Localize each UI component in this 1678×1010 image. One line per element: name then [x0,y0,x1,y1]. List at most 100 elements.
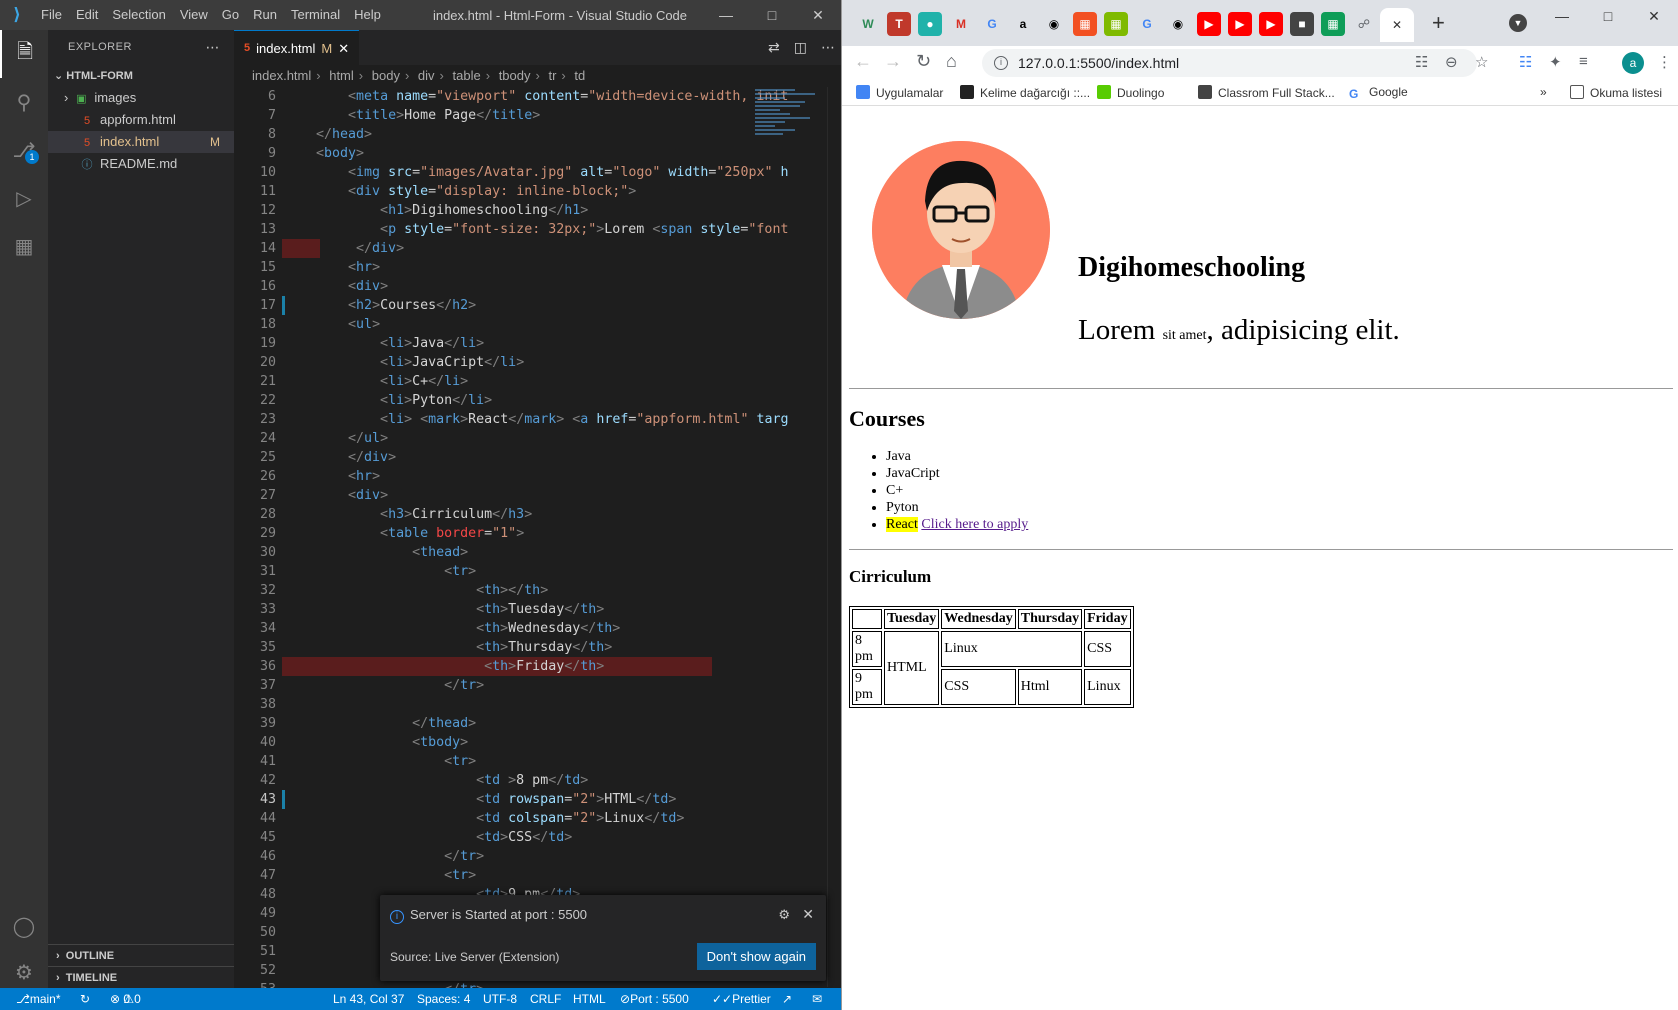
explorer-icon[interactable]: 🗎 [0,30,48,78]
code-line[interactable]: 46 </tr> [234,847,841,866]
chrome-menu-icon[interactable]: ⋮ [1657,53,1672,71]
bookmark-star-icon[interactable]: ☆ [1475,53,1488,71]
account-icon[interactable]: ◯ [0,902,48,950]
code-line[interactable]: 31 <tr> [234,562,841,581]
reading-queue-icon[interactable]: ≡ [1579,53,1588,70]
indentation[interactable]: Spaces: 4 [417,988,470,1010]
code-line[interactable]: 42 <td >8 pm</td> [234,771,841,790]
dont-show-again-button[interactable]: Don't show again [696,943,816,970]
tree-item-index[interactable]: 5 index.html M [48,131,234,153]
code-line[interactable]: 10 <img src="images/Avatar.jpg" alt="log… [234,163,841,182]
code-line[interactable]: 27 <div> [234,486,841,505]
code-line[interactable]: 22 <li>Pyton</li> [234,391,841,410]
more-bookmarks-icon[interactable]: » [1540,85,1547,99]
chrome-maximize-icon[interactable]: □ [1585,0,1631,32]
code-line[interactable]: 24 </ul> [234,429,841,448]
breadcrumb-item[interactable]: table [453,68,481,83]
home-icon[interactable]: ⌂ [946,51,957,72]
tab-gmail-icon[interactable]: M [949,12,973,36]
editor-scrollbar[interactable] [827,87,841,987]
code-line[interactable]: 9 <body> [234,144,841,163]
site-info-icon[interactable]: i [994,56,1008,70]
zoom-icon[interactable]: ⊖ [1445,53,1458,71]
chrome-close-icon[interactable]: ✕ [1631,0,1677,32]
bookmark-kelime[interactable]: Kelime dağarcığı ::... [960,85,1090,100]
apply-link[interactable]: Click here to apply [921,517,1028,532]
tab-close-icon[interactable]: ✕ [338,31,349,66]
minimize-icon[interactable]: — [703,0,749,30]
notification-close-icon[interactable]: ✕ [802,906,814,923]
code-line[interactable]: 36 <th>Friday</th> [234,657,841,676]
reload-icon[interactable]: ↻ [916,51,931,72]
prettier-status[interactable]: ✓✓ Prettier [712,988,771,1010]
tab-globe-icon[interactable]: ☍ [1352,12,1376,36]
tab-youtube-icon[interactable]: ▶ [1197,12,1221,36]
outline-section[interactable]: › OUTLINE [48,944,234,966]
reading-list[interactable]: Okuma listesi [1570,85,1662,100]
tab-search-icon[interactable]: ▼ [1509,14,1527,32]
compare-changes-icon[interactable]: ⇄ [768,39,780,56]
tab-active-close-icon[interactable]: ✕ [1380,8,1414,42]
google-translate-icon[interactable]: ☷ [1519,53,1532,71]
tab-amazon-icon[interactable]: a [1011,12,1035,36]
menu-go[interactable]: Go [215,0,246,30]
code-line[interactable]: 40 <tbody> [234,733,841,752]
menu-view[interactable]: View [173,0,215,30]
tab-google-icon[interactable]: G [980,12,1004,36]
code-line[interactable]: 14 </div> [234,239,841,258]
bookmark-duolingo[interactable]: Duolingo [1097,85,1164,100]
tab-t-icon[interactable]: T [887,12,911,36]
code-line[interactable]: 45 <td>CSS</td> [234,828,841,847]
code-line[interactable]: 15 <hr> [234,258,841,277]
tab-google-icon[interactable]: G [1135,12,1159,36]
code-line[interactable]: 8 </head> [234,125,841,144]
tab-classroom-icon[interactable]: ■ [1290,12,1314,36]
tab-microsoft-icon[interactable]: ▦ [1104,12,1128,36]
more-actions-icon[interactable]: ⋯ [206,30,221,65]
breadcrumb-item[interactable]: tbody [499,68,531,83]
search-icon[interactable]: ⚲ [0,78,48,126]
tree-item-appform[interactable]: 5 appform.html [48,109,234,131]
code-line[interactable]: 34 <th>Wednesday</th> [234,619,841,638]
workspace-root[interactable]: ⌄ HTML-FORM [48,65,234,87]
tab-github-icon[interactable]: ◉ [1042,12,1066,36]
code-line[interactable]: 32 <th></th> [234,581,841,600]
branch-status[interactable]: ⎇ main* [16,988,61,1010]
tree-item-readme[interactable]: ⓘ README.md [48,153,234,175]
code-line[interactable]: 37 </tr> [234,676,841,695]
extensions-icon[interactable]: ▦ [0,222,48,270]
code-line[interactable]: 12 <h1>Digihomeschooling</h1> [234,201,841,220]
menu-terminal[interactable]: Terminal [284,0,347,30]
code-line[interactable]: 53 </tr> [234,980,841,988]
back-icon[interactable]: ← [854,51,872,72]
menu-edit[interactable]: Edit [69,0,105,30]
bookmark-apps[interactable]: Uygulamalar [856,85,943,100]
notifications-bell-icon[interactable]: ✉ [812,988,822,1010]
code-line[interactable]: 35 <th>Thursday</th> [234,638,841,657]
more-icon[interactable]: ⋯ [821,39,835,56]
sync-icon[interactable]: ↻ [80,988,90,1010]
address-bar[interactable]: i 127.0.0.1:5500/index.html [982,49,1477,77]
tab-index-html[interactable]: 5 index.html M ✕ [234,30,360,66]
code-editor[interactable]: 6 <meta name="viewport" content="width=d… [234,87,841,988]
code-line[interactable]: 28 <h3>Cirriculum</h3> [234,505,841,524]
split-editor-icon[interactable]: ◫ [794,39,807,56]
code-line[interactable]: 39 </thead> [234,714,841,733]
tab-youtube-icon[interactable]: ▶ [1228,12,1252,36]
code-line[interactable]: 16 <div> [234,277,841,296]
code-line[interactable]: 43 <td rowspan="2">HTML</td> [234,790,841,809]
live-share-icon[interactable]: ↗ [782,988,792,1010]
breadcrumb-item[interactable]: body [372,68,400,83]
run-debug-icon[interactable]: ▷ [0,174,48,222]
code-line[interactable]: 7 <title>Home Page</title> [234,106,841,125]
tab-youtube-icon[interactable]: ▶ [1259,12,1283,36]
breadcrumb-item[interactable]: td [574,68,585,83]
code-line[interactable]: 33 <th>Tuesday</th> [234,600,841,619]
translate-icon[interactable]: ☷ [1415,53,1428,71]
source-control-icon[interactable]: ⎇ 1 [0,126,48,174]
breadcrumb-item[interactable]: tr [548,68,556,83]
code-line[interactable]: 19 <li>Java</li> [234,334,841,353]
encoding[interactable]: UTF-8 [483,988,517,1010]
code-line[interactable]: 44 <td colspan="2">Linux</td> [234,809,841,828]
cursor-position[interactable]: Ln 43, Col 37 [333,988,404,1010]
